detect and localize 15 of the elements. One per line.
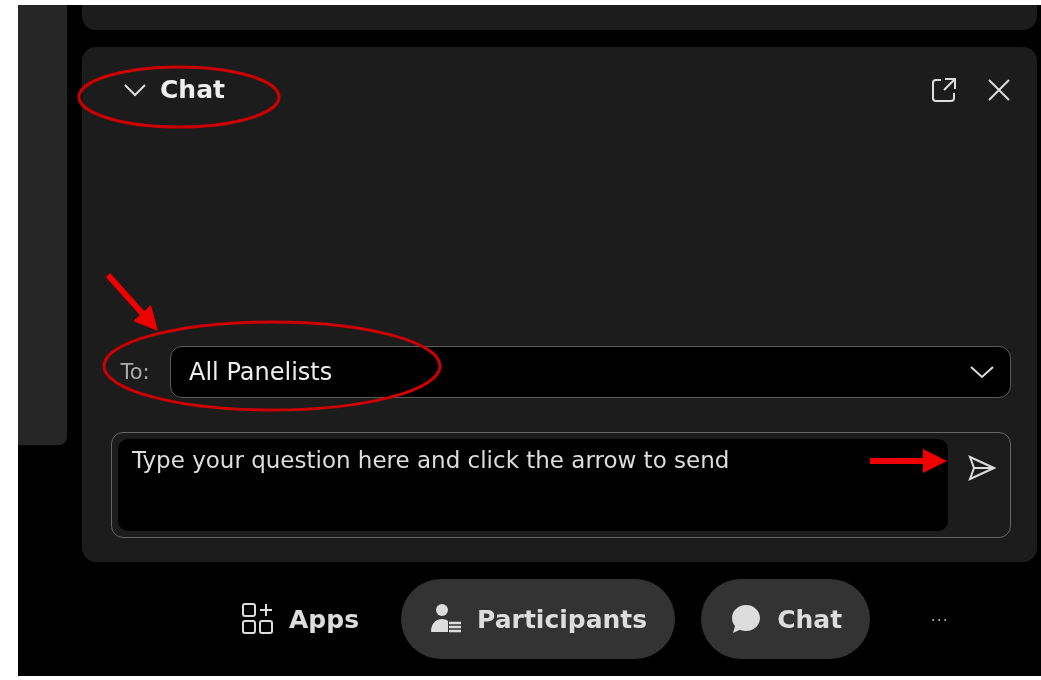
panel-title: Chat bbox=[160, 75, 225, 104]
pop-out-icon[interactable] bbox=[931, 76, 957, 103]
send-icon[interactable] bbox=[968, 455, 996, 481]
chevron-icon[interactable] bbox=[124, 82, 146, 97]
more-button[interactable]: ··· bbox=[926, 604, 953, 634]
toolbar-button[interactable]: Participants bbox=[401, 579, 676, 659]
message-box[interactable]: Type your question here and click the arrow to send bbox=[111, 432, 1011, 538]
chevron-down-icon bbox=[970, 365, 994, 379]
to-label: To: bbox=[119, 360, 151, 384]
close-icon[interactable] bbox=[987, 77, 1011, 102]
apps-icon bbox=[241, 602, 275, 636]
recipient-dropdown[interactable]: All Panelists bbox=[170, 346, 1011, 398]
annotation-arrow bbox=[105, 273, 158, 331]
toolbar-button[interactable]: Apps bbox=[225, 579, 376, 659]
toolbar-button[interactable]: Chat bbox=[701, 579, 871, 659]
